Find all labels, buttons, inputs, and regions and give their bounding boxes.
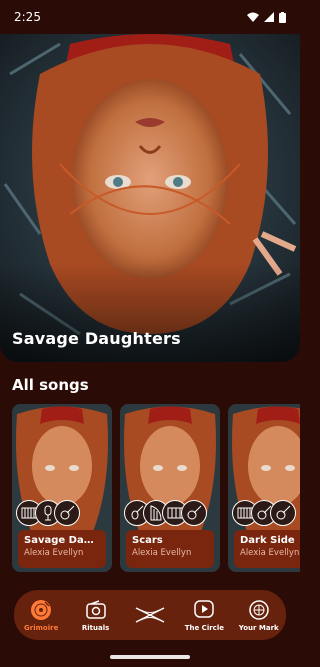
nav-item-your-mark[interactable]: Your Mark [233,592,285,638]
play-badge-icon [193,599,215,621]
radio-icon [85,599,107,621]
song-card[interactable]: Scars Alexia Evellyn [120,404,220,572]
nav-item-grimoire[interactable]: Grimoire [15,592,67,638]
song-title: Savage Daughters [24,535,100,546]
song-artist: Alexia Evellyn [132,548,192,558]
section-title-all-songs: All songs [12,376,89,394]
instrument-icons [232,500,296,526]
song-card[interactable]: Savage Daughters Alexia Evellyn [12,404,112,572]
song-info: Dark Side Alexia Evellyn [234,530,300,568]
instrument-icons [124,500,207,526]
signal-icon [264,12,274,22]
nav-item-the-circle[interactable]: The Circle [178,592,230,638]
status-icons [247,11,286,23]
song-artist: Alexia Evellyn [240,548,300,558]
song-card[interactable]: Dark Side Alexia Evellyn [228,404,300,572]
song-title: Scars [132,535,163,546]
crossed-wands-icon [133,598,167,632]
hero-title: Savage Daughters [12,329,181,348]
song-artist: Alexia Evellyn [24,548,84,558]
wifi-icon [247,12,259,22]
nav-item-center[interactable] [124,592,176,638]
instrument-icons [16,500,80,526]
guitar-icon [54,500,80,526]
battery-icon [279,11,286,23]
status-bar: 2:25 [0,0,300,34]
hero-artwork [0,34,300,362]
coin-icon [248,599,270,621]
status-time: 2:25 [14,10,41,24]
song-info: Savage Daughters Alexia Evellyn [18,530,106,568]
nav-label: Rituals [81,623,110,632]
songs-carousel[interactable]: Savage Daughters Alexia Evellyn [0,404,300,574]
song-title: Dark Side [240,535,295,546]
nav-label: The Circle [184,623,224,632]
hero-banner[interactable]: Savage Daughters [0,34,300,362]
nav-label: Grimoire [24,623,59,632]
guitar-icon [270,500,296,526]
home-indicator[interactable] [110,655,190,659]
song-info: Scars Alexia Evellyn [126,530,214,568]
nav-item-rituals[interactable]: Rituals [70,592,122,638]
nav-label: Your Mark [238,623,279,632]
vinyl-icon [30,599,52,621]
bottom-navigation: Grimoire Rituals The Circle Your Mark [14,590,286,640]
guitar-icon [181,500,207,526]
